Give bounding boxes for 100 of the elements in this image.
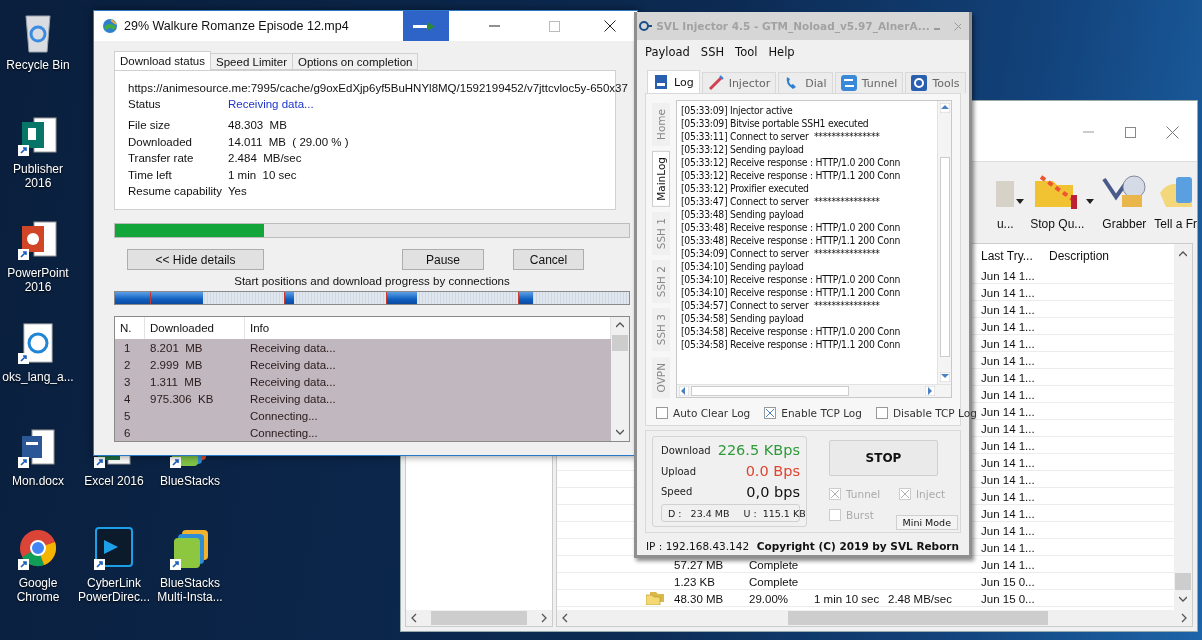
scroll-thumb[interactable] — [612, 335, 628, 351]
window-title: 29% Walkure Romanze Episode 12.mp4 — [124, 19, 350, 33]
desktop-icon-label[interactable]: PowerPoint 2016 — [0, 266, 76, 294]
caret-icon[interactable] — [1086, 198, 1095, 204]
mini-mode-button[interactable]: Mini Mode — [895, 515, 958, 530]
table-cell-text: 5 — [123, 408, 132, 424]
caret-icon[interactable] — [1016, 198, 1025, 204]
maximize-icon[interactable] — [1124, 126, 1136, 138]
scroll-left-icon[interactable] — [561, 613, 569, 623]
scrollbar[interactable] — [677, 384, 951, 397]
gear-icon — [911, 75, 928, 91]
tab[interactable]: Dial — [778, 72, 833, 93]
checkbox[interactable] — [899, 488, 911, 500]
log-line: [05:33:09] Injector active — [681, 104, 794, 117]
scroll-right-icon[interactable] — [540, 613, 548, 623]
toolbar-button[interactable]: Tell a Fr — [1154, 171, 1197, 231]
close-icon[interactable] — [604, 20, 616, 32]
desktop-icon-label[interactable]: Google Chrome — [0, 576, 76, 604]
checkbox[interactable] — [829, 509, 841, 521]
menu-item[interactable]: SSH — [700, 45, 725, 59]
table-cell-text: Jun 14 1... — [980, 370, 1036, 386]
scroll-up-icon[interactable] — [939, 103, 950, 113]
scroll-thumb[interactable] — [1175, 573, 1191, 590]
table-cell-text: 1 min 10 sec — [813, 591, 881, 607]
scroll-thumb[interactable] — [788, 611, 1049, 625]
scroll-thumb[interactable] — [431, 611, 527, 625]
scroll-down-icon[interactable] — [616, 427, 624, 437]
desktop-icon-label[interactable]: BlueStacks — [160, 474, 220, 488]
table-cell-text: Jun 15 0... — [980, 574, 1036, 590]
table-cell-text: Jun 14 1... — [980, 489, 1036, 505]
column-header[interactable]: Downloaded — [145, 317, 245, 339]
log-line: [05:34:10] Receive response : HTTP/1.1 200 Conn — [681, 286, 902, 299]
checkbox-label: Inject — [916, 488, 946, 500]
toolbar-button[interactable]: Grabber — [1100, 171, 1149, 231]
log-line: [05:33:11] Connect to server *************** — [681, 130, 881, 143]
table-cell-text: 57.27 MB — [673, 557, 725, 573]
checkbox[interactable] — [764, 407, 777, 419]
tab[interactable]: Tools — [905, 72, 966, 93]
field-value: 1 min 10 sec — [228, 168, 297, 181]
scroll-left-icon[interactable] — [410, 613, 418, 623]
field-label: Time left — [128, 168, 173, 181]
menu-item[interactable]: Tool — [735, 45, 758, 59]
tab[interactable]: Options on completion — [292, 53, 419, 70]
syringe-icon — [707, 75, 724, 91]
table-cell-text: Jun 14 1... — [980, 421, 1036, 437]
tab[interactable]: Download status — [114, 51, 212, 70]
menu-item[interactable]: Help — [768, 45, 795, 59]
stat-value: 0.0 Bps — [745, 463, 800, 480]
table-cell-text: 8.201 MB — [149, 340, 204, 356]
field-label: Transfer rate — [128, 152, 195, 165]
scroll-right-icon[interactable] — [1180, 613, 1188, 623]
copyright-text: Copyright (C) 2019 by SVL Reborn — [756, 540, 959, 552]
field-label: Status — [128, 98, 162, 110]
checkbox[interactable] — [875, 407, 888, 419]
desktop-icon-label[interactable]: oks_lang_a... — [2, 370, 74, 384]
column-header[interactable]: Info — [245, 317, 611, 339]
scrollbar[interactable] — [937, 101, 951, 384]
stop-button[interactable]: STOP — [829, 440, 938, 476]
desktop-icon-label[interactable]: BlueStacks Multi-Insta... — [152, 576, 228, 604]
toolbar-button[interactable]: u... — [996, 171, 1015, 231]
table-cell-text: 2 — [123, 357, 132, 373]
table-cell-text: Jun 14 1... — [980, 455, 1036, 471]
tab[interactable]: Log — [647, 70, 700, 93]
desktop-icon-label[interactable]: CyberLink PowerDirec... — [76, 576, 152, 604]
button[interactable]: Pause — [402, 249, 484, 270]
stat-label: Speed — [661, 486, 693, 498]
column-header[interactable]: N. — [115, 317, 145, 339]
desktop-icon-label[interactable]: Excel 2016 — [84, 474, 144, 488]
scroll-thumb[interactable] — [939, 156, 950, 357]
tab[interactable]: Speed Limiter — [210, 53, 293, 70]
scroll-thumb[interactable] — [691, 386, 849, 396]
log-line: [05:34:10] Receive response : HTTP/1.0 200 Conn — [681, 273, 902, 286]
scroll-down-icon[interactable] — [939, 372, 950, 382]
total-text: U : 115.1 KB — [743, 507, 806, 519]
checkbox-label: Tunnel — [846, 488, 881, 500]
table-cell-text: Receiving data... — [249, 374, 337, 390]
log-line: [05:33:47] Connect to server *************** — [681, 195, 881, 208]
film-icon[interactable] — [92, 526, 136, 572]
desktop-icon-label[interactable]: Mon.docx — [12, 474, 64, 488]
tab[interactable]: Injector — [701, 72, 777, 93]
side-tab[interactable]: MainLog — [652, 151, 670, 207]
toolbar-button[interactable]: Stop Qu... — [1030, 171, 1085, 231]
table-cell-text: 4 — [123, 391, 132, 407]
scrollbar[interactable] — [611, 317, 629, 441]
scrollbar[interactable] — [1174, 244, 1192, 610]
checkbox[interactable] — [829, 488, 841, 500]
tab[interactable]: Tunnel — [834, 72, 904, 93]
scroll-down-icon[interactable] — [1179, 594, 1187, 604]
menu-item[interactable]: Payload — [645, 45, 690, 59]
table-cell-text: Jun 14 1... — [980, 523, 1036, 539]
button[interactable]: << Hide details — [127, 249, 264, 270]
button[interactable]: Cancel — [513, 249, 584, 270]
table-cell-text: 48.30 MB — [673, 591, 725, 607]
minimize-icon[interactable] — [488, 25, 500, 27]
total-text: D : 23.4 MB — [668, 507, 730, 519]
checkbox[interactable] — [656, 407, 668, 419]
desktop-icon-label[interactable]: Recycle Bin — [6, 58, 70, 72]
log-line: [05:33:48] Receive response : HTTP/1.0 200 Conn — [681, 221, 902, 234]
table-cell-text: Receiving data... — [249, 391, 337, 407]
desktop-icon-label[interactable]: Publisher 2016 — [0, 162, 76, 190]
